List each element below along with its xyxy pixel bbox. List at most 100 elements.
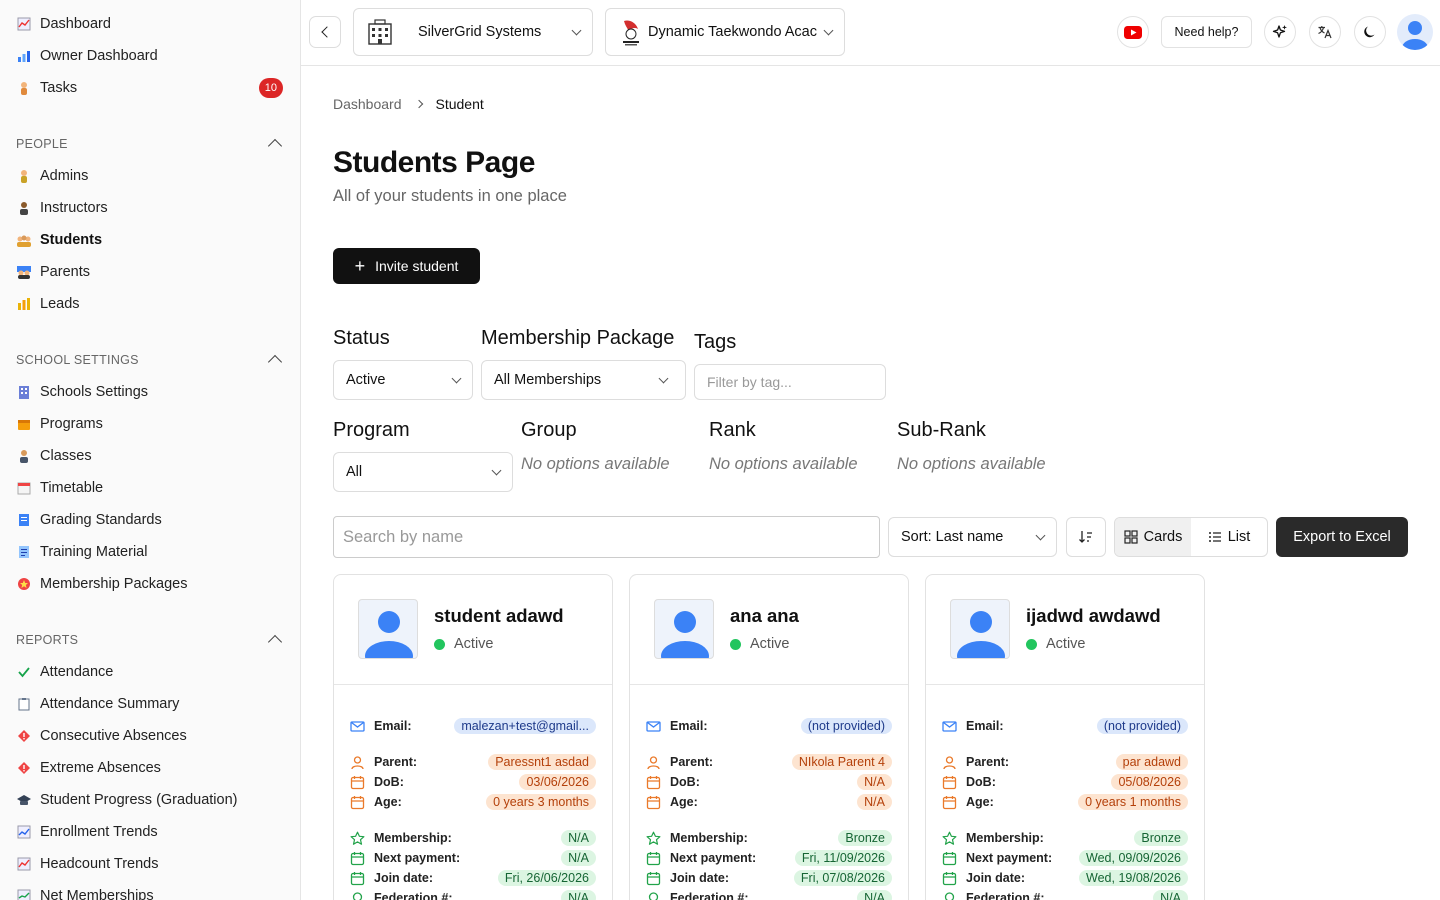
youtube-button[interactable] <box>1117 16 1149 48</box>
search-input[interactable]: Search by name <box>333 516 880 558</box>
section-title: REPORTS <box>16 633 79 647</box>
membership-value: N/A <box>561 830 596 846</box>
person-icon <box>16 80 32 96</box>
sidebar-item-leads[interactable]: Leads <box>16 292 284 316</box>
federation-label: Federation #: <box>374 891 453 900</box>
top-bar: SilverGrid Systems Dynamic Taekwondo Aca… <box>301 0 1440 66</box>
program-filter-select[interactable]: All <box>333 452 513 492</box>
membership-filter-select[interactable]: All Memberships <box>481 360 686 400</box>
sidebar-item-admins[interactable]: Admins <box>16 164 284 188</box>
calendar-outline-icon <box>350 871 365 886</box>
next-payment-value: Wed, 09/09/2026 <box>1079 850 1188 866</box>
group-filter-empty: No options available <box>521 455 670 473</box>
user-avatar-button[interactable] <box>1397 14 1433 50</box>
breadcrumb-dashboard-link[interactable]: Dashboard <box>333 96 402 112</box>
ai-assistant-button[interactable] <box>1264 16 1296 48</box>
age-value: 0 years 3 months <box>486 794 596 810</box>
sidebar-item-grading-standards[interactable]: Grading Standards <box>16 508 284 532</box>
sidebar-item-students[interactable]: Students <box>16 228 284 252</box>
join-date-value: Fri, 07/08/2026 <box>793 870 892 886</box>
tags-filter-input[interactable]: Filter by tag... <box>694 364 886 400</box>
program-filter-label: Program <box>333 419 410 441</box>
section-school-settings-header[interactable]: SCHOOL SETTINGS <box>16 350 284 370</box>
parent-value[interactable]: par adawd <box>1115 754 1188 770</box>
sidebar-item-programs[interactable]: Programs <box>16 412 284 436</box>
school-select[interactable]: Dynamic Taekwondo Acac <box>605 8 845 56</box>
user-placeholder-icon <box>359 600 417 658</box>
sidebar-item-owner-dashboard[interactable]: Owner Dashboard <box>16 44 284 68</box>
dob-row: DoB: 03/06/2026 <box>350 772 596 792</box>
section-reports-header[interactable]: REPORTS <box>16 630 284 650</box>
parent-label: Parent: <box>670 755 714 769</box>
sidebar-item-attendance-summary[interactable]: Attendance Summary <box>16 692 284 716</box>
sidebar-item-parents[interactable]: Parents <box>16 260 284 284</box>
student-name[interactable]: student adawd <box>434 605 564 627</box>
dob-value: 03/06/2026 <box>519 774 596 790</box>
pin-icon <box>350 891 365 900</box>
sidebar-item-label: Enrollment Trends <box>40 824 158 840</box>
membership-label: Membership: <box>670 831 748 845</box>
federation-value: N/A <box>857 890 892 900</box>
language-button[interactable] <box>1309 16 1341 48</box>
sidebar-item-schools-settings[interactable]: Schools Settings <box>16 380 284 404</box>
cards-view-button[interactable]: Cards <box>1115 518 1191 556</box>
sidebar-item-classes[interactable]: Classes <box>16 444 284 468</box>
sidebar-item-extreme-absences[interactable]: Extreme Absences <box>16 756 284 780</box>
sidebar-item-student-progress[interactable]: Student Progress (Graduation) <box>16 788 284 812</box>
sidebar-item-headcount-trends[interactable]: Headcount Trends <box>16 852 284 876</box>
sidebar-item-net-memberships[interactable]: Net Memberships <box>16 884 284 900</box>
student-card[interactable]: student adawd Active Email: malezan+test… <box>333 574 613 900</box>
parent-value[interactable]: Paressnt1 asdad <box>488 754 596 770</box>
sidebar-item-enrollment-trends[interactable]: Enrollment Trends <box>16 820 284 844</box>
student-avatar <box>950 599 1010 659</box>
membership-row: Membership: Bronze <box>942 828 1188 848</box>
export-excel-button[interactable]: Export to Excel <box>1276 517 1408 557</box>
graduation-cap-icon <box>16 792 32 808</box>
dob-row: DoB: 05/08/2026 <box>942 772 1188 792</box>
star-outline-icon <box>646 831 661 846</box>
chevron-left-icon <box>320 26 333 38</box>
student-card[interactable]: ijadwd awdawd Active Email: (not provide… <box>925 574 1205 900</box>
calendar-outline-icon <box>350 851 365 866</box>
organization-select[interactable]: SilverGrid Systems <box>353 8 593 56</box>
sidebar-item-instructors[interactable]: Instructors <box>16 196 284 220</box>
invite-student-button[interactable]: + Invite student <box>333 248 480 284</box>
help-button[interactable]: Need help? <box>1161 16 1252 48</box>
badge-icon <box>16 576 32 592</box>
status-filter-select[interactable]: Active <box>333 360 473 400</box>
student-card[interactable]: ana ana Active Email: (not provided) Par… <box>629 574 909 900</box>
sidebar-item-tasks[interactable]: Tasks 10 <box>16 76 284 100</box>
user-placeholder-icon <box>951 600 1009 658</box>
student-name[interactable]: ijadwd awdawd <box>1026 605 1161 627</box>
email-value[interactable]: (not provided) <box>800 718 892 734</box>
parent-row: Parent: Paressnt1 asdad <box>350 752 596 772</box>
status-text: Active <box>1046 636 1086 652</box>
sidebar-item-dashboard[interactable]: Dashboard <box>16 12 284 36</box>
email-value[interactable]: malezan+test@gmail... <box>454 718 596 734</box>
sort-value: Sort: Last name <box>901 529 1004 545</box>
join-date-label: Join date: <box>374 871 434 885</box>
sidebar-item-attendance[interactable]: Attendance <box>16 660 284 684</box>
sort-select[interactable]: Sort: Last name <box>888 517 1057 557</box>
sidebar-item-training-material[interactable]: Training Material <box>16 540 284 564</box>
view-toggle: Cards List <box>1114 517 1268 557</box>
list-icon <box>1208 530 1222 544</box>
dob-label: DoB: <box>966 775 996 789</box>
list-view-button[interactable]: List <box>1191 518 1267 556</box>
grid-icon <box>1124 530 1138 544</box>
section-people-header[interactable]: PEOPLE <box>16 134 284 154</box>
student-name[interactable]: ana ana <box>730 605 799 627</box>
sidebar-item-membership-packages[interactable]: Membership Packages <box>16 572 284 596</box>
theme-toggle-button[interactable] <box>1354 16 1386 48</box>
join-date-row: Join date: Fri, 07/08/2026 <box>646 868 892 888</box>
sidebar-item-consecutive-absences[interactable]: Consecutive Absences <box>16 724 284 748</box>
parent-value[interactable]: NIkola Parent 4 <box>791 754 892 770</box>
back-button[interactable] <box>309 16 341 48</box>
sidebar-item-timetable[interactable]: Timetable <box>16 476 284 500</box>
trend-icon <box>16 824 32 840</box>
student-card-header: ijadwd awdawd Active <box>926 575 1204 685</box>
person-outline-icon <box>646 755 661 770</box>
email-value[interactable]: (not provided) <box>1096 718 1188 734</box>
email-row: Email: (not provided) <box>646 716 892 736</box>
sort-direction-button[interactable] <box>1066 517 1106 557</box>
